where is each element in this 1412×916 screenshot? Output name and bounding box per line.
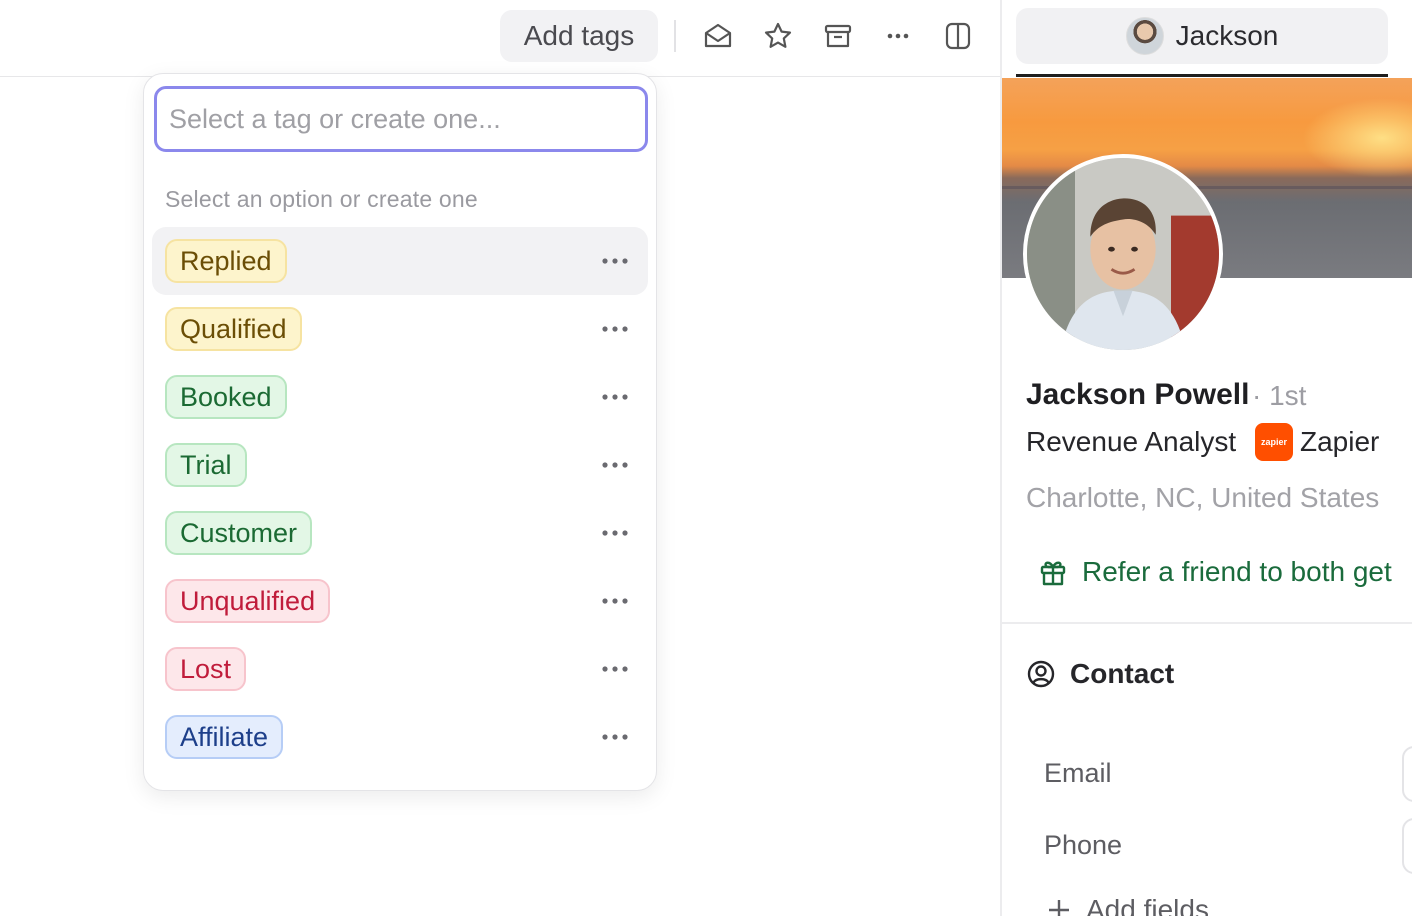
plus-icon: [1049, 900, 1069, 916]
dropdown-hint: Select an option or create one: [165, 186, 478, 212]
more-icon[interactable]: [600, 453, 630, 477]
tag-option-list: Replied Qualified Booked Trial Customer …: [152, 227, 648, 771]
refer-friend-link[interactable]: Refer a friend to both get: [1038, 552, 1392, 592]
job-title: Revenue Analyst: [1026, 426, 1237, 457]
contact-heading: Contact: [1070, 658, 1175, 689]
tag-pill: Affiliate: [165, 715, 284, 759]
phone-field-label: Phone: [1044, 830, 1123, 860]
more-icon[interactable]: [600, 589, 630, 613]
gift-icon: [1040, 561, 1066, 586]
tag-pill: Unqualified: [165, 579, 331, 623]
tag-pill: Replied: [165, 239, 287, 283]
section-divider: [1002, 622, 1412, 624]
refer-friend-text: Refer a friend to both get: [1082, 556, 1392, 587]
toolbar-divider: [674, 20, 676, 52]
tag-option[interactable]: Affiliate: [152, 703, 648, 771]
active-tab-indicator: [1016, 74, 1388, 77]
company-name[interactable]: Zapier: [1300, 426, 1379, 458]
panel-toggle-icon[interactable]: [938, 16, 978, 56]
cover-sun: [1302, 98, 1412, 178]
tag-option[interactable]: Trial: [152, 431, 648, 499]
tag-pill: Customer: [165, 511, 313, 555]
contact-name: Jackson Powell: [1026, 378, 1250, 411]
top-toolbar: Add tags: [0, 0, 1001, 77]
email-field-label: Email: [1044, 758, 1112, 788]
tag-pill: Trial: [165, 443, 247, 487]
tag-option[interactable]: Unqualified: [152, 567, 648, 635]
more-icon[interactable]: [600, 521, 630, 545]
tag-option[interactable]: Replied: [152, 227, 648, 295]
mail-open-icon[interactable]: [698, 16, 738, 56]
add-tags-button[interactable]: Add tags: [500, 10, 658, 62]
tag-option[interactable]: Lost: [152, 635, 648, 703]
add-fields-button[interactable]: Add fields: [1046, 894, 1209, 916]
profile-avatar: [1023, 154, 1223, 354]
more-icon[interactable]: [600, 385, 630, 409]
more-icon[interactable]: [600, 725, 630, 749]
star-icon[interactable]: [758, 16, 798, 56]
more-icon[interactable]: [878, 16, 918, 56]
company-logo: zapier: [1255, 423, 1293, 461]
tag-dropdown: Select an option or create one Replied Q…: [143, 73, 657, 791]
more-icon[interactable]: [600, 657, 630, 681]
add-fields-label: Add fields: [1086, 894, 1209, 916]
profile-tab-label: Jackson: [1175, 20, 1279, 51]
connection-degree: · 1st: [1252, 380, 1307, 411]
contact-section-header[interactable]: Contact: [1026, 658, 1174, 690]
archive-icon[interactable]: [818, 16, 858, 56]
tag-pill: Booked: [165, 375, 287, 419]
location: Charlotte, NC, United States: [1026, 482, 1380, 513]
tag-option[interactable]: Booked: [152, 363, 648, 431]
tag-pill: Lost: [165, 647, 247, 691]
more-icon[interactable]: [600, 249, 630, 273]
tag-option[interactable]: Qualified: [152, 295, 648, 363]
tag-option[interactable]: Customer: [152, 499, 648, 567]
more-icon[interactable]: [600, 317, 630, 341]
user-circle-icon: [1027, 660, 1055, 688]
tag-search-input[interactable]: [154, 86, 648, 152]
email-field[interactable]: [1402, 746, 1412, 802]
avatar: [1125, 17, 1164, 55]
profile-tab[interactable]: Jackson: [1016, 8, 1388, 64]
phone-field[interactable]: [1402, 818, 1412, 874]
tag-pill: Qualified: [165, 307, 302, 351]
